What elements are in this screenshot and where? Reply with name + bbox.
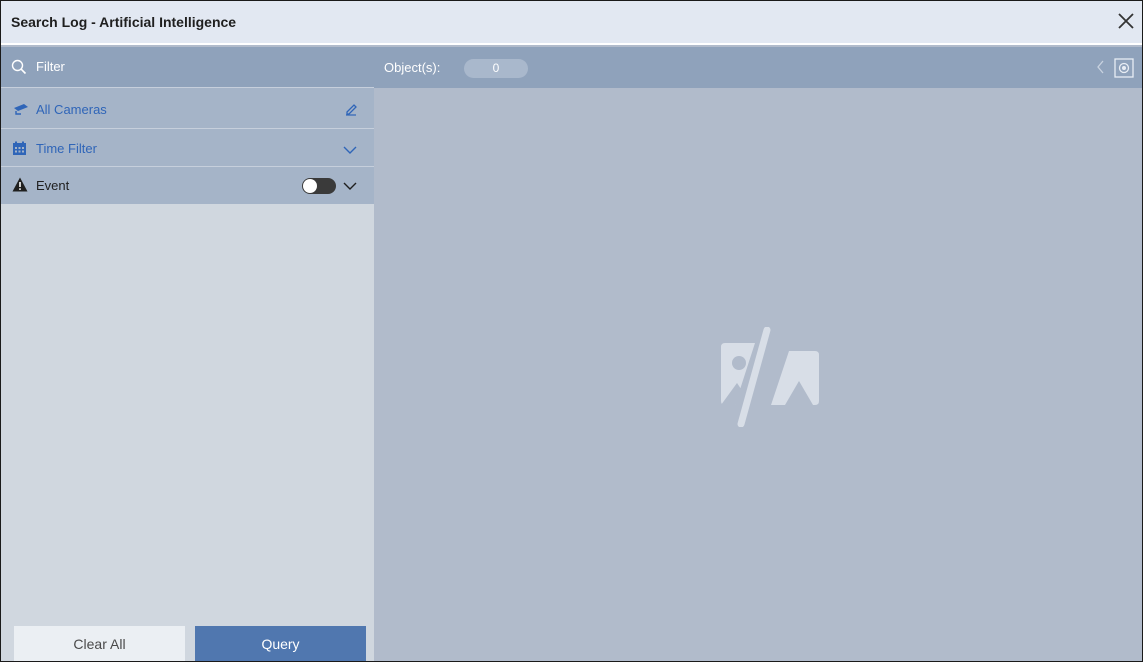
results-panel: Object(s): 0 xyxy=(374,47,1142,661)
all-cameras-label: All Cameras xyxy=(36,102,107,117)
filter-panel: Filter All Cameras Time Filter Event Cle… xyxy=(1,47,374,661)
snapshot-icon[interactable] xyxy=(1114,58,1134,83)
warning-icon xyxy=(12,177,28,197)
time-filter-label: Time Filter xyxy=(36,141,97,156)
chevron-down-icon[interactable] xyxy=(343,178,357,196)
edit-pencil-icon[interactable] xyxy=(344,102,358,121)
close-icon[interactable] xyxy=(1116,11,1136,31)
chevron-down-icon[interactable] xyxy=(343,142,357,160)
no-image-icon xyxy=(715,326,825,432)
objects-count-badge: 0 xyxy=(464,59,528,78)
event-toggle[interactable] xyxy=(302,178,336,194)
toggle-knob xyxy=(303,179,317,193)
filter-label: Filter xyxy=(36,59,65,74)
search-icon xyxy=(11,59,27,80)
window-title: Search Log - Artificial Intelligence xyxy=(11,14,237,30)
chevron-left-icon[interactable] xyxy=(1096,60,1106,79)
event-label: Event xyxy=(36,178,70,193)
search-log-window: Search Log - Artificial Intelligence Fil… xyxy=(0,0,1143,662)
calendar-icon xyxy=(12,141,27,161)
time-filter-row[interactable]: Time Filter xyxy=(1,129,374,167)
camera-icon xyxy=(12,102,30,120)
event-row[interactable]: Event xyxy=(1,167,374,204)
objects-label: Object(s): xyxy=(384,60,441,75)
clear-all-button[interactable]: Clear All xyxy=(14,626,185,661)
title-bar: Search Log - Artificial Intelligence xyxy=(1,1,1142,45)
all-cameras-row[interactable]: All Cameras xyxy=(1,88,374,129)
query-button[interactable]: Query xyxy=(195,626,366,661)
filter-header: Filter xyxy=(1,47,374,88)
results-header: Object(s): 0 xyxy=(374,47,1142,88)
